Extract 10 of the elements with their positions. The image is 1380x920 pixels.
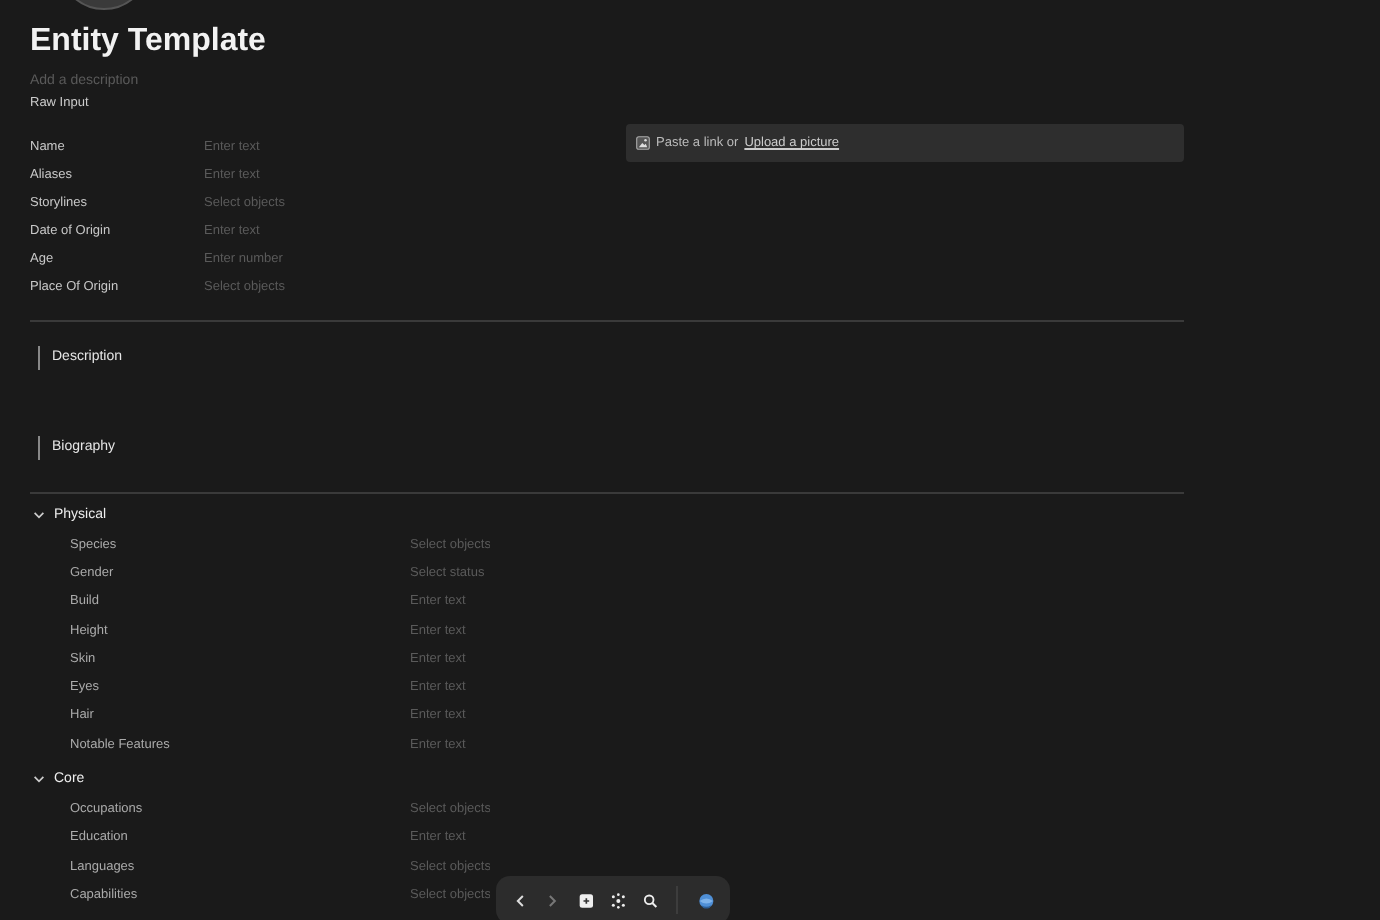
globe-icon[interactable]: [697, 891, 714, 909]
graph-icon[interactable]: [610, 891, 627, 909]
forward-icon[interactable]: [544, 891, 562, 909]
image-icon: [636, 136, 650, 150]
page-title: Entity Template: [30, 22, 268, 62]
chevron-icon[interactable]: [32, 507, 46, 521]
chevron-icon[interactable]: [32, 771, 46, 786]
search-icon[interactable]: [642, 891, 660, 909]
add-icon[interactable]: [577, 891, 595, 909]
back-icon[interactable]: [512, 891, 529, 909]
